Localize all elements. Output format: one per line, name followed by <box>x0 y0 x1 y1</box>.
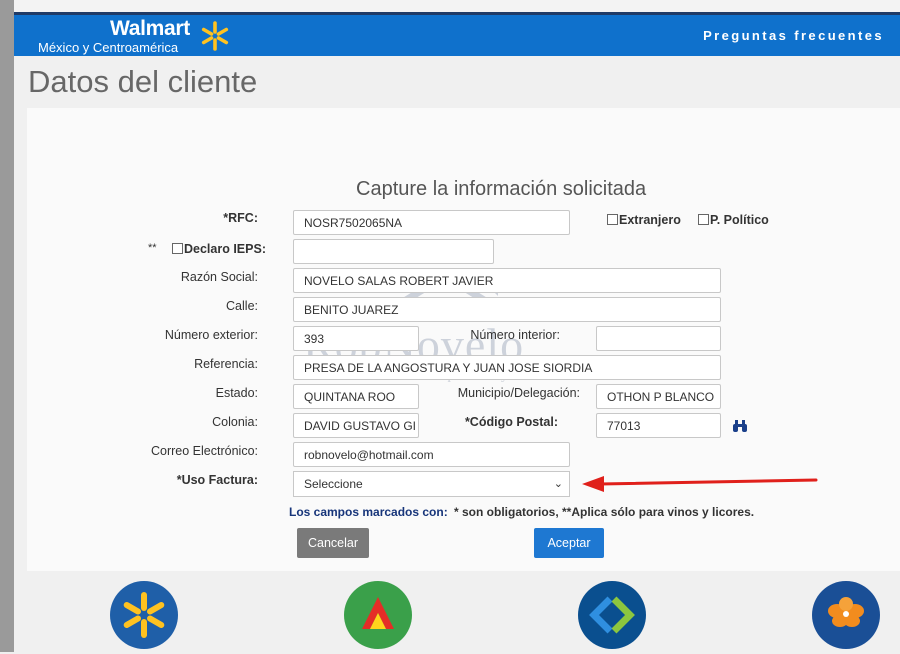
rfc-input[interactable]: NOSR7502065NA <box>293 210 570 235</box>
estado-input[interactable]: QUINTANA ROO <box>293 384 419 409</box>
bodega-aurrera-icon[interactable] <box>344 581 412 649</box>
checkbox-box[interactable] <box>607 214 618 225</box>
cancel-button[interactable]: Cancelar <box>297 528 369 558</box>
codigo-postal-label: *Código Postal: <box>464 415 558 429</box>
correo-input[interactable]: robnovelo@hotmail.com <box>293 442 570 467</box>
codigo-postal-input[interactable]: 77013 <box>596 413 721 438</box>
walmart-spark-icon[interactable] <box>110 581 178 649</box>
uso-factura-label: *Uso Factura: <box>176 473 258 487</box>
municipio-input[interactable]: OTHON P BLANCO <box>596 384 721 409</box>
colonia-label: Colonia: <box>212 415 258 429</box>
referencia-input[interactable]: PRESA DE LA ANGOSTURA Y JUAN JOSE SIORDI… <box>293 355 721 380</box>
page-title: Datos del cliente <box>28 64 258 99</box>
rfc-label: *RFC: <box>223 211 258 225</box>
p-politico-checkbox[interactable]: P. Político <box>698 213 769 227</box>
razon-social-label: Razón Social: <box>180 270 258 284</box>
ieps-double-asterisk: ** <box>148 242 157 254</box>
razon-social-input[interactable]: NOVELO SALAS ROBERT JAVIER <box>293 268 721 293</box>
checkbox-box[interactable] <box>172 243 183 254</box>
municipio-label: Municipio/Delegación: <box>457 386 580 400</box>
extranjero-label: Extranjero <box>619 213 681 227</box>
calle-label: Calle: <box>226 299 258 313</box>
numero-interior-input[interactable] <box>596 326 721 351</box>
walmart-spark-icon <box>201 21 229 51</box>
referencia-label: Referencia: <box>194 357 258 371</box>
p-politico-label: P. Político <box>710 213 769 227</box>
accept-button[interactable]: Aceptar <box>534 528 604 558</box>
uso-factura-selected: Seleccione <box>304 477 363 491</box>
walmart-logo-subtitle: México y Centroamérica <box>38 40 179 55</box>
numero-exterior-input[interactable]: 393 <box>293 326 419 351</box>
numero-interior-label: Número interior: <box>470 328 560 342</box>
required-fields-legend: * son obligatorios, **Aplica sólo para v… <box>454 505 755 519</box>
binoculars-search-icon[interactable] <box>732 419 748 433</box>
required-fields-note: Los campos marcados con: <box>289 505 448 519</box>
checkbox-box[interactable] <box>698 214 709 225</box>
walmart-logo-text[interactable]: Walmart <box>110 17 190 41</box>
spark-glyph-icon <box>123 592 165 638</box>
form-subtitle: Capture la información solicitada <box>356 178 647 200</box>
chevron-down-icon: ⌄ <box>553 478 563 490</box>
faq-link[interactable]: Preguntas frecuentes <box>703 28 884 43</box>
declaro-ieps-checkbox[interactable]: Declaro IEPS: <box>172 242 266 256</box>
numero-exterior-label: Número exterior: <box>164 328 258 342</box>
estado-label: Estado: <box>215 386 258 400</box>
browser-top-strip <box>0 0 900 12</box>
sams-club-icon[interactable] <box>578 581 646 649</box>
red-arrow-annotation-icon <box>582 476 818 492</box>
ieps-input[interactable] <box>293 239 494 264</box>
extranjero-checkbox[interactable]: Extranjero <box>607 213 681 227</box>
house-glyph-icon <box>362 597 394 629</box>
calle-input[interactable]: BENITO JUAREZ <box>293 297 721 322</box>
diamond-glyph-icon <box>589 596 635 634</box>
uso-factura-select[interactable]: Seleccione ⌄ <box>293 471 570 497</box>
site-header: Walmart México y Centroamérica Preguntas… <box>14 12 900 56</box>
correo-label: Correo Electrónico: <box>151 444 258 458</box>
superama-flower-icon[interactable] <box>812 581 880 649</box>
left-scroll-edge <box>0 0 14 652</box>
declaro-ieps-label: Declaro IEPS: <box>184 242 266 256</box>
flower-glyph-icon <box>828 597 864 627</box>
colonia-input[interactable]: DAVID GUSTAVO GI <box>293 413 419 438</box>
